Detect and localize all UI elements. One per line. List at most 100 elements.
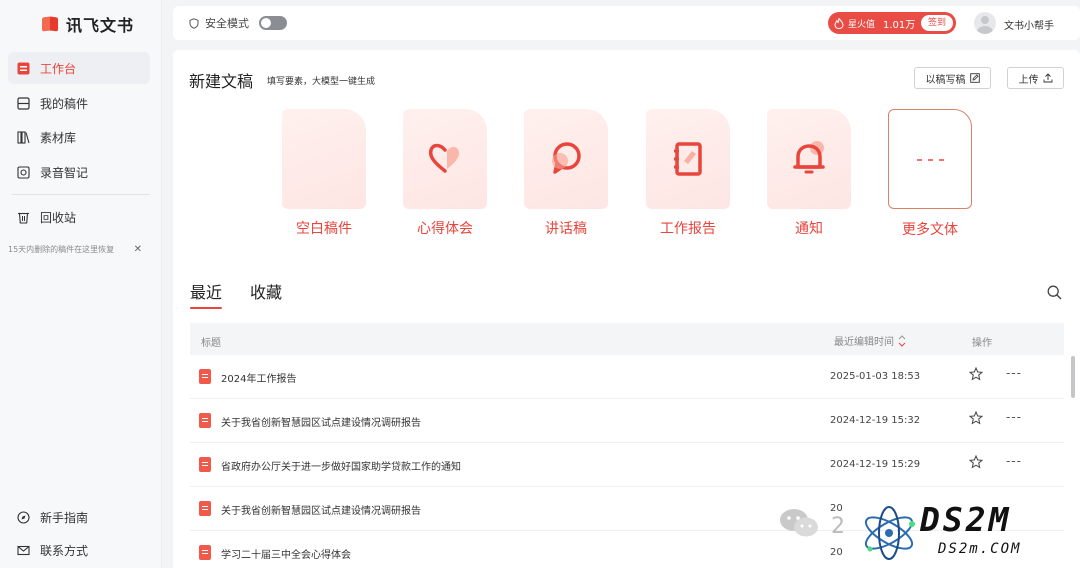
sidebar-item-recording[interactable]: 录音智记	[8, 156, 150, 188]
safe-mode: 安全模式	[189, 15, 287, 31]
card-blank-doc[interactable]	[282, 109, 366, 209]
sort-icon	[898, 334, 906, 347]
row-title[interactable]: 省政府办公厅关于进一步做好国家助学贷款工作的通知	[221, 458, 461, 473]
sidebar-item-label: 回收站	[40, 210, 77, 225]
search-icon[interactable]	[1047, 285, 1062, 300]
sidebar-item-label: 录音智记	[40, 165, 89, 180]
more-dots-icon[interactable]: ---	[1006, 410, 1022, 424]
row-title[interactable]: 2024年工作报告	[221, 370, 296, 385]
doc-icon	[199, 545, 211, 560]
mail-icon	[16, 543, 30, 557]
upload-button[interactable]: 上传	[1007, 67, 1064, 89]
trash-icon	[16, 210, 30, 224]
coins-value: 1.01万	[883, 19, 916, 31]
recycle-note-text: 15天内删除的稿件在这里恢复	[8, 245, 115, 254]
header-time[interactable]: 最近编辑时间	[834, 333, 906, 348]
table-row[interactable]: 关于我省创新智慧园区试点建设情况调研报告 2024-12-19 15:32 --…	[190, 399, 1064, 443]
more-dots-icon[interactable]: ---	[1006, 366, 1022, 380]
card-more[interactable]	[888, 109, 972, 209]
sidebar-item-workbench[interactable]: 工作台	[8, 52, 150, 84]
watermark-big: DS2M	[920, 500, 1012, 539]
main-panel: 新建文稿 填写要素，大模型一键生成 以稿写稿 上传 空白稿件 心得体会 讲话稿	[173, 50, 1080, 568]
close-icon[interactable]: ✕	[134, 244, 148, 255]
sidebar-item-trash[interactable]: 回收站	[8, 201, 150, 233]
sidebar-item-label: 我的稿件	[40, 96, 89, 111]
watermark-small: DS2m.COM	[938, 541, 1022, 557]
card-notice[interactable]	[767, 109, 851, 209]
username[interactable]: 文书小帮手	[1004, 17, 1054, 32]
shield-icon	[189, 17, 199, 29]
card-label-more[interactable]: 更多文体	[875, 219, 985, 239]
row-time: 2024-12-19 15:32	[830, 415, 921, 426]
app-logo[interactable]: 讯飞文书	[40, 12, 134, 36]
drafts-icon	[16, 96, 30, 110]
sidebar-item-library[interactable]: 素材库	[8, 121, 150, 153]
top-bar: 安全模式 星火值 1.01万 签到 文书小帮手	[173, 6, 1080, 40]
sidebar-item-drafts[interactable]: 我的稿件	[8, 87, 150, 119]
card-speech[interactable]	[524, 109, 608, 209]
more-icon	[917, 159, 944, 161]
upload-label: 上传	[1018, 74, 1039, 86]
card-label-blank[interactable]: 空白稿件	[269, 218, 379, 238]
card-report[interactable]	[646, 109, 730, 209]
doc-icon	[199, 501, 211, 516]
upload-icon	[1043, 73, 1052, 83]
edit-icon	[969, 73, 980, 83]
atom-logo-icon	[864, 506, 915, 560]
bell-icon	[793, 141, 825, 174]
card-label-notice[interactable]: 通知	[754, 218, 864, 238]
library-icon	[16, 130, 30, 144]
sidebar-item-label: 新手指南	[40, 510, 89, 525]
header-time-label: 最近编辑时间	[834, 337, 894, 348]
row-time: 2025-01-03 18:53	[830, 371, 921, 382]
workbench-icon	[16, 61, 30, 75]
row-time: 2024-12-19 15:29	[830, 459, 921, 470]
card-label-report[interactable]: 工作报告	[633, 218, 743, 238]
safe-mode-toggle[interactable]	[259, 16, 287, 30]
card-label-experience[interactable]: 心得体会	[390, 218, 500, 238]
recycle-note: 15天内删除的稿件在这里恢复 ✕	[8, 244, 148, 255]
tab-favorites[interactable]: 收藏	[250, 279, 282, 303]
tab-recent[interactable]: 最近	[190, 279, 223, 309]
recording-icon	[16, 165, 30, 179]
table-row[interactable]: 2024年工作报告 2025-01-03 18:53 ---	[190, 355, 1064, 399]
logo-icon	[40, 14, 60, 34]
avatar[interactable]	[974, 12, 996, 34]
compass-icon	[16, 510, 30, 524]
outline-write-button[interactable]: 以稿写稿	[914, 67, 991, 89]
new-doc-title: 新建文稿	[189, 72, 254, 91]
row-title[interactable]: 学习二十届三中全会心得体会	[221, 546, 351, 561]
table-header: 标题 最近编辑时间 操作	[190, 323, 1064, 355]
star-icon[interactable]	[969, 411, 983, 425]
card-experience[interactable]	[403, 109, 487, 209]
table-row[interactable]: 省政府办公厅关于进一步做好国家助学贷款工作的通知 2024-12-19 15:2…	[190, 443, 1064, 487]
star-icon[interactable]	[969, 367, 983, 381]
card-label-speech[interactable]: 讲话稿	[511, 218, 621, 238]
sidebar-divider	[12, 194, 150, 195]
watermark: 2 DS2M DS2m.COM	[778, 498, 1080, 568]
row-title[interactable]: 关于我省创新智慧园区试点建设情况调研报告	[221, 414, 421, 429]
flame-icon	[834, 17, 844, 29]
doc-icon	[199, 413, 211, 428]
checkin-button[interactable]: 签到	[920, 15, 953, 31]
doc-icon	[199, 369, 211, 384]
header-title: 标题	[201, 338, 221, 349]
sidebar-item-label: 联系方式	[40, 543, 89, 558]
speech-icon	[552, 142, 581, 174]
scrollbar[interactable]	[1071, 356, 1075, 398]
coins-label: 星火值	[848, 19, 876, 30]
sidebar-item-contact[interactable]: 联系方式	[8, 534, 150, 566]
sidebar-item-guide[interactable]: 新手指南	[8, 501, 150, 533]
new-doc-subtitle: 填写要素，大模型一键生成	[267, 77, 376, 87]
safe-mode-label: 安全模式	[205, 17, 249, 30]
outline-write-label: 以稿写稿	[925, 74, 966, 86]
header-op: 操作	[972, 338, 992, 349]
more-dots-icon[interactable]: ---	[1006, 454, 1022, 468]
coins-badge[interactable]: 星火值 1.01万 签到	[828, 12, 956, 34]
report-icon	[674, 142, 702, 176]
row-title[interactable]: 关于我省创新智慧园区试点建设情况调研报告	[221, 502, 421, 517]
star-icon[interactable]	[969, 455, 983, 469]
watermark-zero: 2	[831, 514, 845, 539]
sidebar: 讯飞文书 工作台 我的稿件 素材库 录音智记 回收站 15天内删除的稿件在这里恢…	[0, 0, 162, 568]
heart-icon	[428, 143, 460, 173]
